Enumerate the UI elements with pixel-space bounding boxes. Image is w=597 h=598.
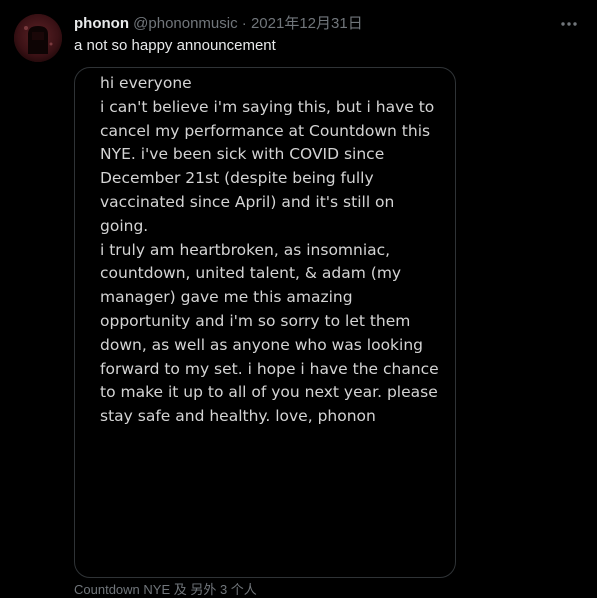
tagged-users[interactable]: Countdown NYE 及 另外 3 个人 xyxy=(74,582,257,598)
timestamp[interactable]: 2021年12月31日 xyxy=(251,15,363,32)
avatar-image xyxy=(14,14,62,62)
tweet[interactable]: phonon @phononmusic · 2021年12月31日 a not … xyxy=(0,0,597,597)
more-button[interactable] xyxy=(557,12,581,36)
user-handle[interactable]: @phononmusic xyxy=(133,15,237,32)
tweet-media-image[interactable]: hi everyone i can't believe i'm saying t… xyxy=(74,67,456,578)
display-name[interactable]: phonon xyxy=(74,15,129,32)
tweet-header: phonon @phononmusic · 2021年12月31日 xyxy=(74,14,363,34)
tweet-text: a not so happy announcement xyxy=(74,37,276,54)
notes-screenshot-text: hi everyone i can't believe i'm saying t… xyxy=(100,74,439,426)
more-horizontal-icon xyxy=(561,22,577,26)
avatar[interactable] xyxy=(14,14,62,62)
separator-dot: · xyxy=(241,15,247,32)
